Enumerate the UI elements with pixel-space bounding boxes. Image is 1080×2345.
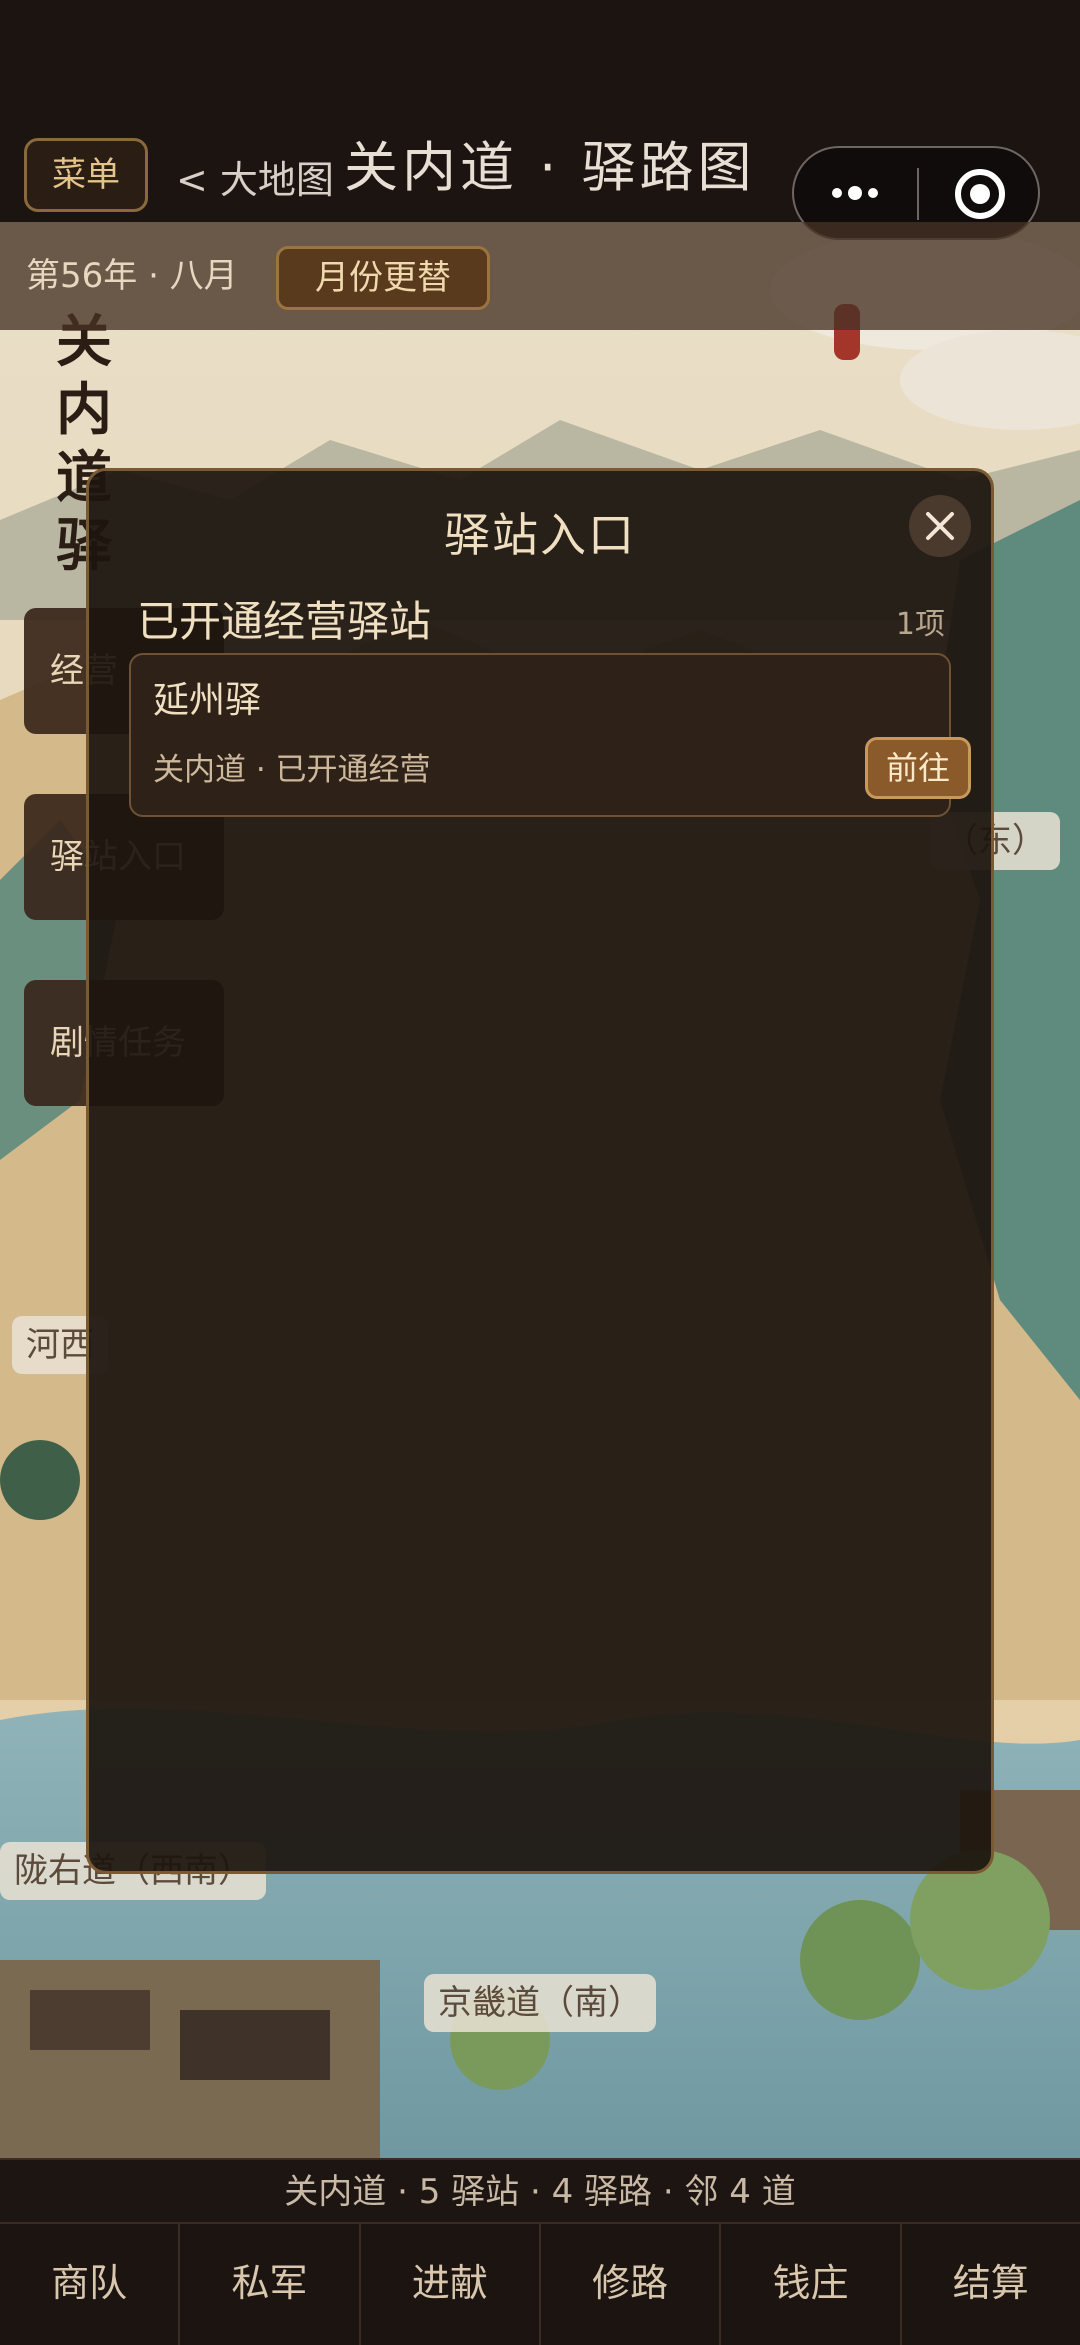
page-title: 关内道 · 驿路图 [344,136,756,199]
date-bar: 第56年 · 八月 月份更替 [0,222,1080,330]
station-card: 延州驿 关内道 · 已开通经营 前往 [129,653,971,817]
tab-bank[interactable]: 钱庄 [721,2224,902,2345]
go-button[interactable]: 前往 [865,737,971,799]
tab-settlement[interactable]: 结算 [902,2224,1080,2345]
map-label-jingji[interactable]: 京畿道（南） [424,1974,656,2032]
tab-caravan[interactable]: 商队 [0,2224,181,2345]
capsule-divider [917,168,919,220]
back-to-world-map-link[interactable]: < 大地图 [176,150,334,210]
year-month-label: 第56年 · 八月 [26,256,238,296]
target-icon[interactable] [952,166,1008,222]
station-entry-modal: 驿站入口 已开通经营驿站 1项 延州驿 关内道 · 已开通经营 前往 [86,468,994,1874]
station-subtitle: 关内道 · 已开通经营 [153,752,431,788]
top-app-bar: 菜单 < 大地图 关内道 · 驿路图 [0,0,1080,240]
month-advance-button[interactable]: 月份更替 [276,246,490,310]
section-count: 1项 [895,607,945,642]
close-icon[interactable] [909,495,971,557]
app-screen: 关内道驿 经营 驿站入口 剧情任务 （东） 河西 陇右道（西南） 京畿道（南） … [0,0,1080,2345]
section-title: 已开通经营驿站 [137,597,432,646]
modal-title: 驿站入口 [444,508,636,562]
bottom-tab-bar: 商队 私军 进献 修路 钱庄 结算 [0,2222,1080,2345]
station-name: 延州驿 [153,680,262,721]
tab-road-repair[interactable]: 修路 [541,2224,722,2345]
tab-private-army[interactable]: 私军 [180,2224,361,2345]
region-info-strip: 关内道 · 5 驿站 · 4 驿路 · 邻 4 道 [0,2158,1080,2224]
menu-button[interactable]: 菜单 [24,138,148,212]
tab-tribute[interactable]: 进献 [361,2224,541,2345]
